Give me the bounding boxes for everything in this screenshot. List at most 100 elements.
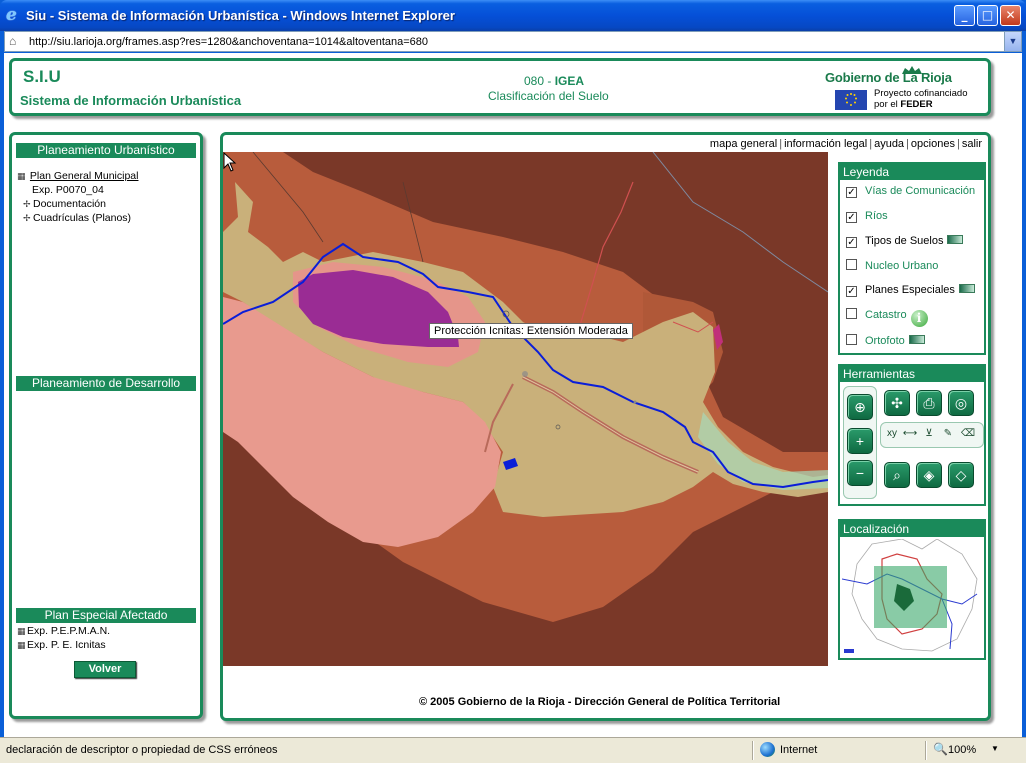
exp-code: Exp. P0070_04 — [32, 184, 104, 196]
catastro-checkbox[interactable] — [846, 308, 857, 319]
status-text: declaración de descriptor o propiedad de… — [6, 744, 278, 756]
internet-zone-icon — [760, 742, 775, 757]
urban-spot — [522, 371, 528, 377]
page-icon: ⌂ — [9, 34, 17, 48]
binoculars-icon[interactable]: ⌕ — [884, 462, 910, 488]
zoom-out-icon[interactable]: − — [847, 460, 873, 486]
pencil-icon[interactable]: ✎ — [940, 425, 956, 443]
gradient-swatch-icon[interactable] — [908, 335, 925, 344]
full-extent-icon[interactable]: ✣ — [884, 390, 910, 416]
link-mapa-general[interactable]: mapa general — [710, 138, 777, 150]
cofinance-prefix: por el — [874, 99, 901, 110]
main-panel: mapa general | información legal | ayuda | opc… — [220, 132, 991, 721]
grid-icon: ▦ — [17, 626, 26, 636]
tree-plan-general[interactable]: ▦ Plan General Municipal — [17, 169, 138, 183]
info-icon[interactable]: i — [910, 310, 928, 327]
print-icon[interactable]: ⎙ — [916, 390, 942, 416]
link-separator: | — [869, 138, 873, 150]
legend-item-ortofoto[interactable]: Ortofoto — [846, 334, 925, 347]
gradient-swatch-icon[interactable] — [958, 284, 975, 293]
zoom-window-icon[interactable]: ⊕ — [847, 394, 873, 420]
target-icon[interactable]: ◎ — [948, 390, 974, 416]
grid-icon: ▦ — [17, 640, 26, 650]
zoom-dropdown-icon[interactable]: ▼ — [991, 744, 999, 753]
expand-icon: ✢ — [23, 199, 31, 209]
section-plan-especial: Plan Especial Afectado — [16, 608, 196, 623]
title-bar[interactable]: e Siu - Sistema de Información Urbanísti… — [0, 0, 1026, 31]
map-subtitle: Clasificación del Suelo — [488, 89, 609, 103]
tree-item-cuadriculas[interactable]: ✢ Cuadrículas (Planos) — [23, 211, 131, 225]
map-entity: IGEA — [554, 74, 585, 88]
legend-item-nucleo-urbano[interactable]: Nucleo Urbano — [846, 259, 938, 272]
legend-item-planes-especiales[interactable]: ✓ Planes Especiales — [846, 284, 975, 297]
legend-item-tipos-suelos[interactable]: ✓ Tipos de Suelos — [846, 235, 964, 248]
feder-text: Proyecto cofinanciado por el FEDER — [874, 88, 967, 110]
measure-tool-group: xy ⟷ ⊻ ✎ ⌫ — [880, 422, 984, 448]
legend-title: Leyenda — [840, 164, 984, 180]
gradient-swatch-icon[interactable] — [947, 235, 964, 244]
map-code: 080 - IGEA — [524, 74, 584, 88]
layers-icon[interactable]: ◈ — [916, 462, 942, 488]
minimize-button[interactable]: _ — [954, 5, 975, 26]
gobierno-crown-icon — [902, 66, 922, 74]
eu-flag-icon — [835, 90, 867, 110]
expand-icon: ✢ — [23, 213, 31, 223]
section-planeamiento-urbanistico: Planeamiento Urbanístico — [16, 143, 196, 158]
planes-especiales-checkbox[interactable]: ✓ — [846, 286, 857, 297]
measure-area-icon[interactable]: ⊻ — [921, 425, 937, 443]
grid-icon: ▦ — [17, 171, 26, 181]
map-sheet-icon[interactable]: ◇ — [948, 462, 974, 488]
address-url[interactable]: http://siu.larioja.org/frames.asp?res=12… — [29, 36, 428, 48]
status-separator — [925, 741, 927, 760]
plan-especial-item-icnitas[interactable]: ▦Exp. P. E. Icnitas — [17, 638, 106, 652]
map-view[interactable]: Protección Icnitas: Extensión Moderada — [223, 152, 828, 666]
siu-code: S.I.U — [23, 67, 61, 86]
eraser-icon[interactable]: ⌫ — [960, 425, 976, 443]
plan-general-link[interactable]: Plan General Municipal — [30, 170, 139, 182]
measure-distance-icon[interactable]: ⟷ — [902, 425, 918, 443]
link-separator: | — [956, 138, 960, 150]
link-ayuda[interactable]: ayuda — [874, 138, 904, 150]
cofinance-fund: FEDER — [900, 99, 933, 110]
window-title: Siu - Sistema de Información Urbanística… — [26, 8, 455, 23]
tipos-suelos-checkbox[interactable]: ✓ — [846, 237, 857, 248]
zoom-icon[interactable]: 🔍 — [933, 742, 948, 756]
volver-button[interactable]: Volver — [74, 661, 136, 678]
maximize-button[interactable]: □ — [977, 5, 998, 26]
location-overview-map[interactable] — [842, 539, 982, 656]
close-button[interactable]: ✕ — [1000, 5, 1021, 26]
address-dropdown-button[interactable]: ▼ — [1004, 32, 1021, 51]
tools-box: Herramientas ⊕ + − ✣ ⎙ ◎ xy ⟷ ⊻ ✎ ⌫ ⌕ ◈ … — [838, 364, 986, 506]
link-salir[interactable]: salir — [962, 138, 982, 150]
map-dash: - — [544, 74, 555, 88]
map-drawing — [223, 152, 828, 666]
measure-xy-icon[interactable]: xy — [884, 425, 900, 443]
link-separator: | — [779, 138, 783, 150]
legend-item-catastro[interactable]: Catastro i — [846, 308, 928, 327]
tree-item-documentacion[interactable]: ✢ Documentación — [23, 197, 106, 211]
mouse-cursor-icon — [223, 152, 237, 172]
legend-item-vias[interactable]: ✓ Vías de Comunicación — [846, 185, 975, 198]
location-box: Localización — [838, 519, 986, 660]
urban-spot — [633, 400, 637, 404]
left-panel: Planeamiento Urbanístico ▦ Plan General … — [9, 132, 203, 719]
status-bar: declaración de descriptor o propiedad de… — [0, 737, 1026, 763]
legend-item-rios[interactable]: ✓ Ríos — [846, 210, 888, 223]
legend-box: Leyenda ✓ Vías de Comunicación ✓ Ríos ✓ Tip… — [838, 162, 986, 355]
header-panel: S.I.U Sistema de Información Urbanística… — [9, 58, 991, 116]
link-informacion-legal[interactable]: información legal — [784, 138, 867, 150]
siu-name: Sistema de Información Urbanística — [20, 93, 242, 108]
link-opciones[interactable]: opciones — [911, 138, 955, 150]
status-separator — [752, 741, 754, 760]
zoom-level[interactable]: 100% — [948, 744, 976, 756]
plan-especial-item-pepman[interactable]: ▦Exp. P.E.P.M.A.N. — [17, 624, 110, 638]
cofinance-line1: Proyecto cofinanciado — [874, 88, 968, 99]
ortofoto-checkbox[interactable] — [846, 334, 857, 345]
zoom-in-icon[interactable]: + — [847, 428, 873, 454]
rios-checkbox[interactable]: ✓ — [846, 212, 857, 223]
nucleo-urbano-checkbox[interactable] — [846, 259, 857, 270]
tools-title: Herramientas — [840, 366, 984, 382]
address-bar[interactable]: ⌂ http://siu.larioja.org/frames.asp?res=… — [4, 31, 1022, 52]
security-zone: Internet — [780, 744, 818, 756]
vias-checkbox[interactable]: ✓ — [846, 187, 857, 198]
